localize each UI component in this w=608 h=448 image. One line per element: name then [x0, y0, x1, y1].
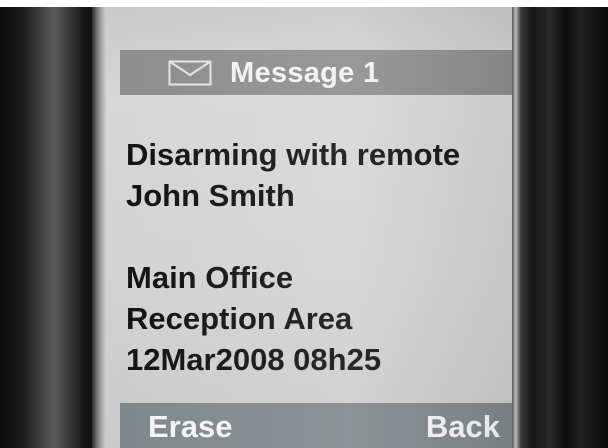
erase-softkey[interactable]: Erase [148, 403, 232, 448]
message-line-site: Main Office [126, 260, 294, 295]
phone-device: Message 1 Disarming with remote John Smi… [0, 7, 608, 448]
envelope-icon [168, 60, 212, 86]
bezel-right [512, 7, 608, 448]
message-line-event: Disarming with remote [126, 137, 461, 172]
phone-screen: Message 1 Disarming with remote John Smi… [106, 7, 516, 448]
message-line-timestamp: 12Mar2008 08h25 [126, 342, 382, 377]
back-softkey[interactable]: Back [426, 403, 500, 448]
message-title: Message 1 [230, 57, 380, 89]
message-header: Message 1 [120, 50, 512, 95]
softkey-bar: Erase Back [120, 403, 512, 448]
bezel-left [92, 7, 106, 448]
message-line-user: John Smith [126, 178, 295, 213]
message-line-area: Reception Area [126, 301, 353, 336]
